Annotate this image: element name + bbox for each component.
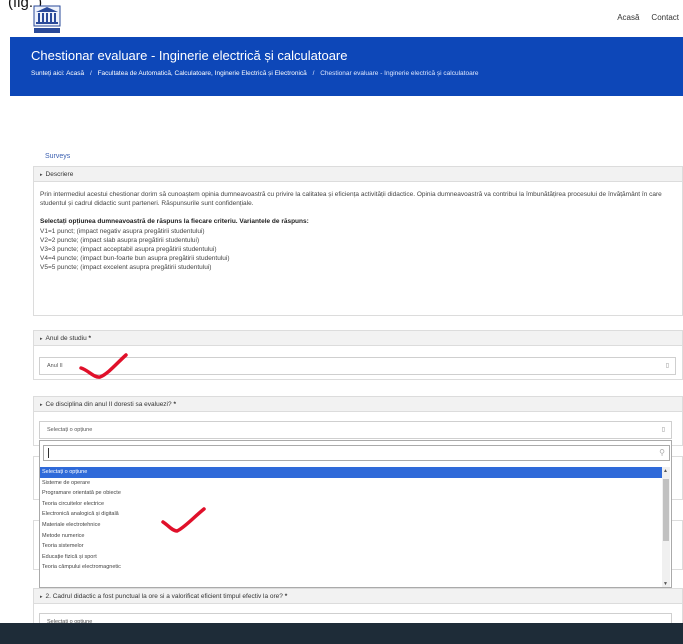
nav-home-link[interactable]: Acasă: [617, 13, 639, 22]
nav-contact-link[interactable]: Contact: [651, 13, 679, 22]
breadcrumb-label: Sunteți aici:: [31, 70, 65, 77]
dropdown-scrollbar[interactable]: ▲ ▼: [662, 467, 670, 587]
dropdown-option[interactable]: Metode numerice: [40, 531, 663, 542]
search-icon: ⚲: [659, 448, 665, 457]
question-2-header-label: 2. Cadrul didactic a fost punctual la or…: [45, 593, 283, 600]
bottom-bar: [0, 623, 683, 644]
top-bar: (fig. ) Acasă Contact: [0, 0, 683, 36]
dropdown-option[interactable]: Selectați o opțiune: [40, 467, 663, 478]
discipline-header[interactable]: ▸ Ce disciplina din anul II doresti sa ev…: [34, 397, 682, 412]
scrollbar-thumb[interactable]: [663, 479, 669, 541]
dropdown-option[interactable]: Programare orientată pe obiecte: [40, 488, 663, 499]
page: (fig. ) Acasă Contact Chestionar evaluar…: [0, 0, 683, 644]
breadcrumb-separator: /: [89, 70, 92, 77]
breadcrumb-home[interactable]: Acasă: [66, 70, 84, 77]
dropdown-option[interactable]: Teoria sistemelor: [40, 541, 663, 552]
dropdown-option[interactable]: Educație fizică și sport: [40, 552, 663, 563]
expand-triangle-icon: ▸: [40, 172, 43, 178]
option-line: V2=2 puncte; (impact slab asupra pregăti…: [40, 236, 200, 244]
description-body: Prin intermediul acestui chestionar dori…: [34, 182, 682, 281]
dropdown-option[interactable]: Teoria circuitelor electrice: [40, 499, 663, 510]
dropdown-search-input[interactable]: ⚲: [43, 445, 670, 461]
discipline-header-label: Ce disciplina din anul II doresti sa eva…: [45, 401, 172, 408]
discipline-select-value: Selectați o opțiune: [47, 427, 93, 433]
dropdown-options-list: Selectați o opțiune Sisteme de operare P…: [40, 467, 663, 587]
page-banner: Chestionar evaluare - Inginerie electric…: [10, 37, 683, 96]
discipline-dropdown[interactable]: ⚲ Selectați o opțiune Sisteme de operare…: [39, 440, 672, 588]
scroll-down-icon[interactable]: ▼: [663, 581, 668, 587]
dropdown-option[interactable]: Teoria câmpului electromagnetic: [40, 562, 663, 573]
year-select-value: Anul II: [47, 363, 63, 369]
scroll-up-icon[interactable]: ▲: [663, 468, 668, 474]
year-select[interactable]: Anul II ▯: [39, 357, 676, 375]
required-marker: *: [284, 593, 288, 600]
university-logo-icon: [33, 5, 61, 33]
surveys-link[interactable]: Surveys: [45, 153, 70, 160]
text-caret: [48, 448, 49, 458]
breadcrumb-current: Chestionar evaluare - Inginerie electric…: [320, 70, 479, 77]
dropdown-option[interactable]: Electronică analogică și digitală: [40, 509, 663, 520]
dropdown-option[interactable]: Materiale electrotehnice: [40, 520, 663, 531]
year-header[interactable]: ▸ Anul de studiu *: [34, 331, 682, 346]
discipline-select[interactable]: Selectați o opțiune ▯: [39, 421, 672, 439]
description-panel: ▸ Descriere Prin intermediul acestui ches…: [33, 166, 683, 316]
option-line: V5=5 puncte; (impact excelent asupra pre…: [40, 264, 212, 272]
option-line: V4=4 puncte; (impact bun-foarte bun asup…: [40, 255, 230, 263]
top-nav: Acasă Contact: [617, 13, 679, 22]
dropdown-option[interactable]: Sisteme de operare: [40, 478, 663, 489]
breadcrumb-faculty[interactable]: Facultatea de Automatică, Calculatoare, …: [98, 70, 307, 77]
question-2-header[interactable]: ▸ 2. Cadrul didactic a fost punctual la o…: [34, 589, 682, 604]
expand-triangle-icon: ▸: [40, 336, 43, 342]
description-header-label: Descriere: [45, 171, 74, 178]
breadcrumb: Sunteți aici: Acasă / Facultatea de Auto…: [31, 70, 478, 77]
expand-triangle-icon: ▸: [40, 402, 43, 408]
description-header[interactable]: ▸ Descriere: [34, 167, 682, 182]
options-title: Selectați opțiunea dumneavoastră de răsp…: [40, 218, 309, 226]
select-arrow-icon: ▯: [665, 363, 669, 369]
select-arrow-icon: ▯: [661, 427, 665, 433]
option-line: V1=1 punct; (impact negativ asupra pregă…: [40, 227, 205, 235]
description-paragraph: Prin intermediul acestui chestionar dori…: [40, 191, 662, 208]
required-marker: *: [88, 335, 92, 342]
option-line: V3=3 puncte; (impact acceptabil asupra p…: [40, 246, 217, 254]
year-header-label: Anul de studiu: [45, 335, 87, 342]
expand-triangle-icon: ▸: [40, 594, 43, 600]
page-title: Chestionar evaluare - Inginerie electric…: [31, 48, 348, 63]
breadcrumb-separator: /: [312, 70, 315, 77]
required-marker: *: [173, 401, 176, 408]
